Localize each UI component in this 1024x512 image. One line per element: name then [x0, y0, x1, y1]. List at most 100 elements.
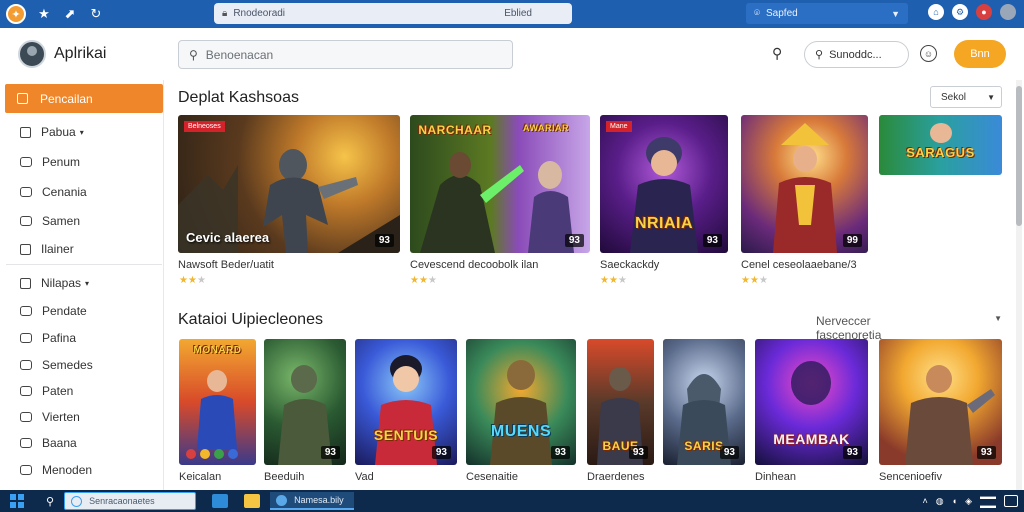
header-search-pill[interactable]: ⚲ Sunoddc... — [804, 41, 909, 68]
sidebar-item[interactable]: Pendate — [20, 304, 87, 318]
address-bar[interactable]: 🔒︎ Rnodeoradi Eblied — [214, 3, 572, 24]
sidebar-item[interactable]: Cenania — [20, 185, 87, 199]
sidebar-item-label: Pafina — [42, 331, 77, 345]
sidebar-item[interactable]: Ilainer — [20, 242, 74, 256]
taskbar-active-app[interactable]: Namesa.bily — [270, 492, 354, 510]
folder-icon — [20, 277, 31, 289]
settings-icon[interactable]: ⚙ — [952, 4, 968, 20]
game-art-figure — [186, 370, 238, 459]
volume-icon[interactable]: ◖ — [952, 496, 957, 506]
card-logo: MUENS — [490, 423, 552, 440]
home-icon[interactable]: ⌂ — [928, 4, 944, 20]
game-card[interactable]: MUENS 93 — [466, 339, 576, 465]
game-card[interactable]: 99 — [741, 115, 868, 253]
search-icon: ⚲ — [189, 47, 198, 62]
sidebar-item[interactable]: Menoden — [20, 463, 92, 477]
notification-icon[interactable]: ● — [976, 4, 992, 20]
profile-label: Sapfed — [766, 8, 798, 19]
profile-selector[interactable]: ⌾ Sapfed ▼ — [746, 3, 908, 24]
game-card[interactable]: MONARD — [179, 339, 256, 465]
chat-icon — [20, 386, 32, 396]
refresh-icon[interactable]: ↻ — [88, 6, 104, 22]
smile-icon[interactable]: ☺ — [920, 45, 937, 62]
card-logo: MEAMBAK — [773, 431, 850, 447]
game-card[interactable]: SENTUIS 93 — [355, 339, 457, 465]
chevron-down-icon: ▾ — [85, 278, 90, 288]
card-caption[interactable]: Saeckackdy — [600, 259, 659, 271]
sidebar-item[interactable]: Pafina — [20, 331, 76, 345]
language-icon[interactable]: ◈ — [965, 496, 972, 507]
avatar-icon[interactable] — [1000, 4, 1016, 20]
game-card[interactable]: MEAMBAK 93 — [755, 339, 868, 465]
store-app-icon[interactable] — [212, 494, 229, 508]
game-card[interactable]: Mane NRIAIA 93 — [600, 115, 728, 253]
sidebar-item[interactable]: Semedes — [20, 358, 93, 372]
section-title-catalog: Kataioi Uipiecleones — [178, 311, 323, 328]
profile-icon: ⌾ — [754, 8, 760, 19]
game-card[interactable]: 93 — [264, 339, 346, 465]
cta-button[interactable]: Bnn — [954, 40, 1006, 68]
card-rating: 93 — [431, 446, 451, 459]
chat-icon — [20, 306, 32, 316]
scrollbar-thumb[interactable] — [1016, 86, 1022, 226]
card-caption[interactable]: Draerdenes — [587, 471, 644, 483]
card-caption[interactable]: Cenel ceseolaaebane/3 — [741, 259, 857, 271]
sidebar-item-active[interactable]: Pencailan — [5, 84, 163, 113]
sidebar-item-label: Vierten — [42, 410, 80, 424]
sidebar-item[interactable]: Baana — [20, 436, 77, 450]
game-card[interactable]: SARIS 93 — [663, 339, 745, 465]
card-logo: NARCHAAR — [418, 123, 492, 137]
sidebar-group-1[interactable]: Pabua ▾ — [20, 125, 84, 139]
card-title: Cevic alaerea — [186, 230, 270, 245]
search-input[interactable] — [205, 47, 486, 62]
list-icon — [20, 157, 32, 167]
folder-icon — [20, 126, 31, 138]
sidebar-item[interactable]: Vierten — [20, 410, 80, 424]
card-caption[interactable]: Dinhean — [755, 471, 796, 483]
rocket-icon[interactable]: ⬈ — [62, 6, 78, 22]
game-card[interactable]: SARAGUS — [879, 115, 1002, 175]
scrollbar[interactable] — [1016, 80, 1022, 490]
card-rating: 93 — [550, 446, 570, 459]
game-card[interactable]: Belneoses Cevic alaerea 93 — [178, 115, 400, 253]
card-caption[interactable]: Sencenioefiv — [879, 471, 942, 483]
header-search-icon[interactable]: ⚲ — [772, 45, 782, 62]
network-icon[interactable]: ◍ — [936, 496, 944, 507]
sort-select[interactable]: Sekol ▼ — [930, 86, 1002, 108]
sidebar-group-2[interactable]: Nilapas ▾ — [20, 276, 89, 290]
taskbar-search-icon[interactable]: ⚲ — [46, 495, 54, 508]
search-box[interactable]: ⚲ — [178, 40, 513, 69]
card-caption[interactable]: Cevescend decoobolk ilan — [410, 259, 538, 271]
clock[interactable]: ▬▬ ▬▬ — [980, 492, 996, 510]
game-card[interactable]: NARCHAAR AWARIAR 93 — [410, 115, 590, 253]
card-rating: 93 — [564, 234, 584, 247]
notification-center-icon[interactable] — [1004, 495, 1018, 507]
sidebar-item-label: Baana — [42, 436, 77, 450]
card-caption[interactable]: Cesenaitie — [466, 471, 518, 483]
game-card[interactable]: 93 — [879, 339, 1002, 465]
card-ribbon: Mane — [606, 121, 632, 132]
card-caption[interactable]: Vad — [355, 471, 374, 483]
sidebar-item[interactable]: Penum — [20, 155, 80, 169]
star-icon[interactable]: ★ — [36, 6, 52, 22]
sidebar-item-label: Semedes — [42, 358, 93, 372]
star-rating: ★★★ — [600, 275, 627, 286]
card-caption[interactable]: Beeduih — [264, 471, 304, 483]
logo-icon[interactable]: ✦ — [6, 4, 26, 24]
sidebar-item[interactable]: Paten — [20, 384, 73, 398]
card-rating: 93 — [374, 234, 394, 247]
card-caption[interactable]: Keicalan — [179, 471, 221, 483]
chevron-up-icon[interactable]: ˄ — [923, 496, 928, 506]
sidebar-item-label: Cenania — [42, 185, 87, 199]
card-caption[interactable]: Nawsoft Beder/uatit — [178, 259, 274, 271]
taskbar-search-input[interactable]: Senracaonaetes — [64, 492, 197, 510]
filter-dropdown[interactable]: Nerveccer fascenoretia ▼ — [816, 314, 1002, 342]
game-card[interactable]: BAUE 93 — [587, 339, 654, 465]
topbar-right: ⌂ ⚙ ● — [928, 4, 1016, 20]
star-rating: ★★★ — [410, 275, 437, 286]
brand[interactable]: Aplrikai — [18, 40, 106, 68]
sidebar-item[interactable]: Samen — [20, 214, 80, 228]
file-explorer-icon[interactable] — [244, 494, 261, 508]
chevron-down-icon: ▾ — [79, 127, 84, 137]
windows-start-icon[interactable] — [10, 494, 24, 508]
